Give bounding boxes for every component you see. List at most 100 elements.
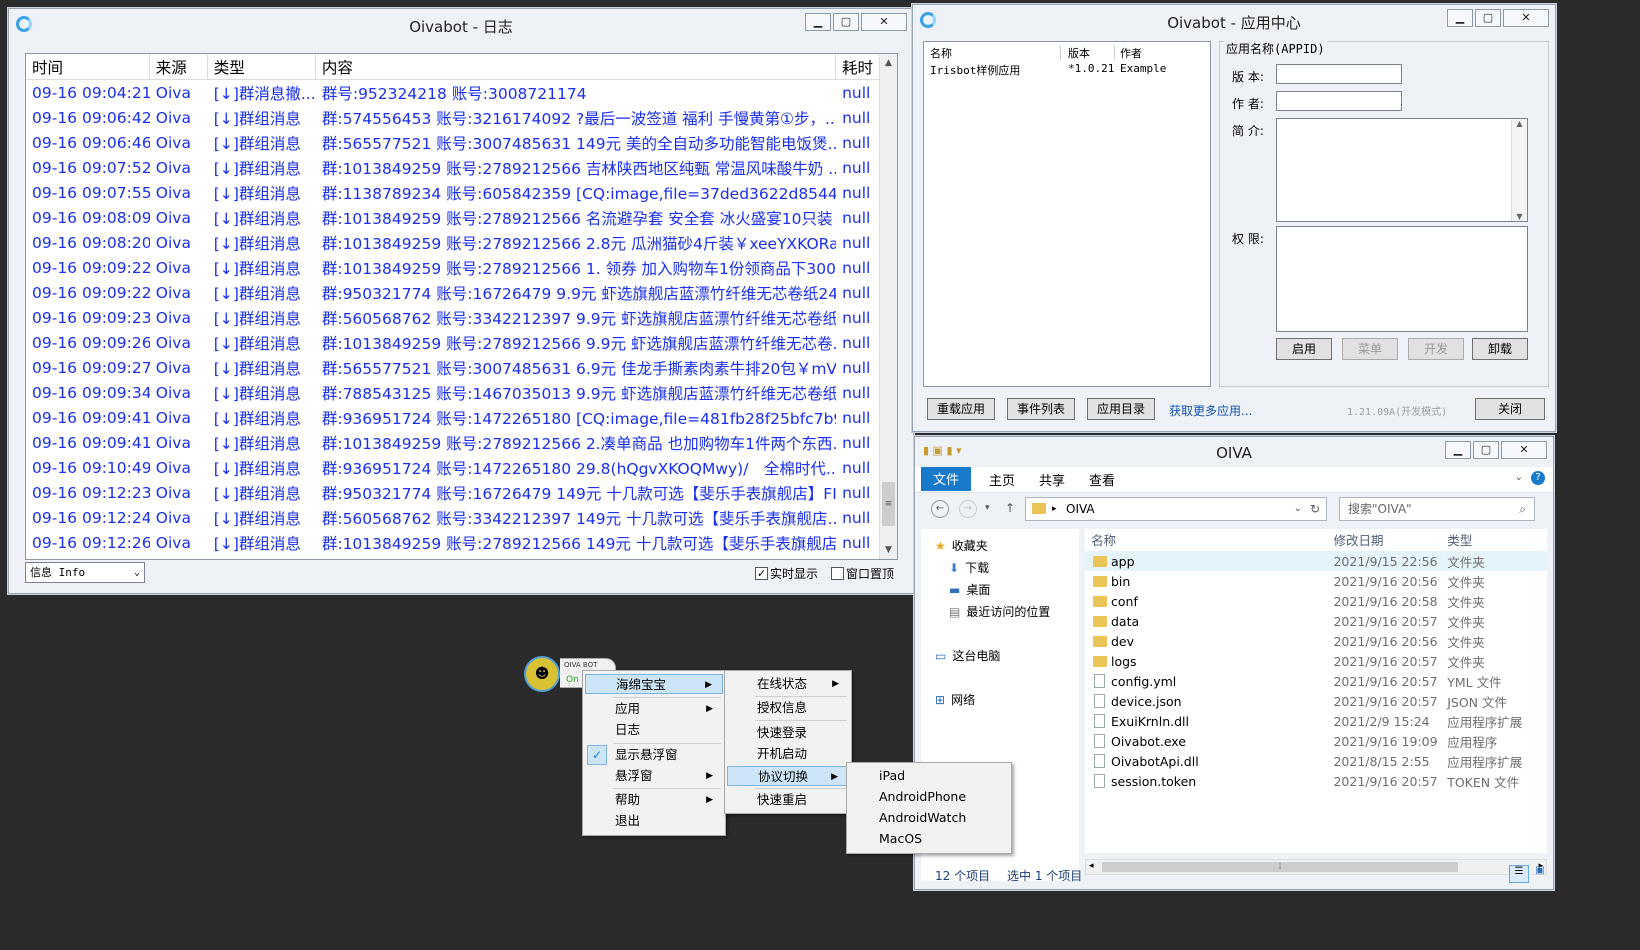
list-header-name[interactable]: 名称 (930, 45, 952, 61)
enable-button[interactable]: 启用 (1276, 338, 1332, 360)
file-row[interactable]: bin 2021/9/16 20:56 文件夹 (1085, 571, 1547, 591)
chevron-down-icon[interactable]: ⌄ (1515, 472, 1523, 483)
log-titlebar[interactable]: Oivabot - 日志 ▁ ▢ ✕ (9, 9, 913, 39)
minimize-button[interactable]: ▁ (805, 13, 831, 31)
menu-item-help[interactable]: 帮助 ▶ (585, 790, 723, 810)
col-type[interactable]: 类型 (1447, 530, 1547, 549)
log-row[interactable]: 09-16 09:09:27 Oiva [↓]群组消息 群:565577521 账号:… (26, 355, 897, 380)
app-dir-button[interactable]: 应用目录 (1087, 398, 1155, 420)
recent-chevron-icon[interactable]: ▾ (985, 503, 990, 513)
file-row[interactable]: logs 2021/9/16 20:57 文件夹 (1085, 651, 1547, 671)
log-row[interactable]: 09-16 09:06:42 Oiva [↓]群组消息 群:574556453 账号:… (26, 105, 897, 130)
tiles-view-icon[interactable]: ▣ (1531, 865, 1549, 883)
file-row[interactable]: conf 2021/9/16 20:58 文件夹 (1085, 591, 1547, 611)
log-row[interactable]: 09-16 09:09:22 Oiva [↓]群组消息 群:950321774 账号:… (26, 280, 897, 305)
nav-recent[interactable]: ▤ 最近访问的位置 (949, 603, 1050, 620)
maximize-button[interactable]: ▢ (1475, 9, 1501, 27)
col-date[interactable]: 修改日期 (1333, 530, 1447, 549)
search-box[interactable]: 搜索"OIVA" ⌕ (1339, 497, 1535, 521)
maximize-button[interactable]: ▢ (1473, 441, 1499, 459)
close-button[interactable]: ✕ (1503, 9, 1549, 27)
close-app-center-button[interactable]: 关闭 (1475, 398, 1545, 420)
menu-item-log[interactable]: 日志 (585, 720, 723, 740)
tab-file[interactable]: 文件 (921, 467, 972, 491)
log-row[interactable]: 09-16 09:12:26 Oiva [↓]群组消息 群:1013849259 账号… (26, 530, 897, 555)
col-source[interactable]: 来源 (150, 54, 208, 79)
perm-box[interactable] (1276, 226, 1528, 332)
more-apps-link[interactable]: 获取更多应用... (1169, 402, 1252, 419)
scroll-down-icon[interactable]: ▼ (880, 541, 897, 559)
refresh-icon[interactable]: ↻ (1310, 498, 1320, 520)
menu-item-float[interactable]: 悬浮窗 ▶ (585, 766, 723, 786)
menu-item-quick-login[interactable]: 快速登录 (727, 723, 849, 743)
log-row[interactable]: 09-16 09:06:46 Oiva [↓]群组消息 群:565577521 账号:… (26, 130, 897, 155)
up-icon[interactable]: ↑ (1005, 501, 1015, 515)
dev-button[interactable]: 开发 (1408, 338, 1464, 360)
forward-icon[interactable]: → (959, 500, 977, 518)
menu-item-exit[interactable]: 退出 (585, 811, 723, 831)
nav-this-pc[interactable]: ▭ 这台电脑 (935, 647, 1000, 664)
menu-item-macos[interactable]: MacOS (849, 829, 1009, 849)
maximize-button[interactable]: ▢ (833, 13, 859, 31)
menu-item-android-watch[interactable]: AndroidWatch (849, 808, 1009, 828)
ontop-checkbox[interactable]: 窗口置顶 (831, 565, 894, 582)
log-row[interactable]: 09-16 09:12:23 Oiva [↓]群组消息 群:950321774 账号:… (26, 480, 897, 505)
intro-textarea[interactable]: ▲ ▼ (1276, 118, 1528, 222)
log-row[interactable]: 09-16 09:07:55 Oiva [↓]群组消息 群:1138789234 账号… (26, 180, 897, 205)
nav-favorites[interactable]: ★ 收藏夹 (935, 537, 988, 554)
scroll-up-icon[interactable]: ▲ (880, 54, 897, 72)
close-button[interactable]: ✕ (1501, 441, 1547, 459)
uninstall-button[interactable]: 卸载 (1472, 338, 1528, 360)
log-row[interactable]: 09-16 09:09:26 Oiva [↓]群组消息 群:1013849259 账号… (26, 330, 897, 355)
col-content[interactable]: 内容 (316, 54, 837, 79)
log-row[interactable]: 09-16 09:09:23 Oiva [↓]群组消息 群:560568762 账号:… (26, 305, 897, 330)
file-row[interactable]: OivabotApi.dll 2021/8/15 2:55 应用程序扩展 (1085, 751, 1547, 771)
author-field[interactable] (1276, 91, 1402, 111)
intro-scrollbar[interactable]: ▲ ▼ (1511, 119, 1527, 221)
list-header-author[interactable]: 作者 (1120, 45, 1142, 61)
nav-downloads[interactable]: ⬇ 下载 (949, 559, 989, 576)
log-table[interactable]: 时间 来源 类型 内容 耗时 09-16 09:04:21 Oiva [↓]群消息撤… (25, 53, 898, 560)
log-row[interactable]: 09-16 09:07:52 Oiva [↓]群组消息 群:1013849259 账号… (26, 155, 897, 180)
menu-item-quick-restart[interactable]: 快速重启 (727, 790, 849, 810)
log-row[interactable]: 09-16 09:10:49 Oiva [↓]群组消息 群:936951724 账号:… (26, 455, 897, 480)
col-name[interactable]: 名称 (1085, 530, 1333, 549)
app-list[interactable]: 名称 版本 作者 Irisbot样例应用 *1.0.21 Example (923, 41, 1211, 387)
scroll-left-icon[interactable]: ◂ (1089, 861, 1094, 871)
file-row[interactable]: dev 2021/9/16 20:56 文件夹 (1085, 631, 1547, 651)
address-bar[interactable]: ▸ OIVA ⌄ ↻ (1025, 497, 1327, 521)
menu-item-protocol[interactable]: 协议切换 ▶ (727, 766, 849, 786)
chevron-down-icon[interactable]: ⌄ (1294, 498, 1302, 520)
log-scrollbar[interactable]: ▲ ≡ ▼ (879, 54, 897, 559)
col-time[interactable]: 时间 (26, 54, 150, 79)
app-list-item[interactable]: Irisbot样例应用 *1.0.21 Example (924, 62, 1210, 80)
minimize-button[interactable]: ▁ (1447, 9, 1473, 27)
event-list-button[interactable]: 事件列表 (1007, 398, 1075, 420)
scroll-thumb[interactable]: ≡ (882, 482, 895, 526)
log-row[interactable]: 09-16 09:09:34 Oiva [↓]群组消息 群:788543125 账号:… (26, 380, 897, 405)
log-level-select[interactable]: 信息 Info ⌄ (25, 562, 145, 583)
reload-apps-button[interactable]: 重载应用 (927, 398, 995, 420)
horizontal-scrollbar[interactable]: ◂ ⦙ ▸ (1085, 859, 1547, 875)
menu-item-license[interactable]: 授权信息 (727, 698, 849, 718)
log-row[interactable]: 09-16 09:12:34Oiva[↓]群组消息群:788543125 账号:… (26, 555, 897, 560)
close-button[interactable]: ✕ (861, 13, 907, 31)
tab-home[interactable]: 主页 (989, 470, 1015, 489)
menu-item-android-phone[interactable]: AndroidPhone (849, 787, 1009, 807)
nav-network[interactable]: ⊞ 网络 (935, 691, 975, 708)
minimize-button[interactable]: ▁ (1445, 441, 1471, 459)
log-row[interactable]: 09-16 09:09:41 Oiva [↓]群组消息 群:936951724 账号:… (26, 405, 897, 430)
log-row[interactable]: 09-16 09:09:41 Oiva [↓]群组消息 群:1013849259 账号… (26, 430, 897, 455)
menu-item-apps[interactable]: 应用 ▶ (585, 699, 723, 719)
file-row[interactable]: app 2021/9/15 22:56 文件夹 (1085, 551, 1547, 571)
menu-item-show-float[interactable]: ✓ 显示悬浮窗 (585, 745, 723, 765)
log-row[interactable]: 09-16 09:04:21 Oiva [↓]群消息撤... 群号:952324218… (26, 80, 897, 105)
menu-item-spongebob[interactable]: 海绵宝宝 ▶ (585, 674, 723, 694)
version-field[interactable] (1276, 64, 1402, 84)
file-row[interactable]: Oivabot.exe 2021/9/16 19:09 应用程序 (1085, 731, 1547, 751)
nav-desktop[interactable]: ▬ 桌面 (949, 581, 990, 598)
menu-item-autostart[interactable]: 开机启动 (727, 744, 849, 764)
menu-item-online-status[interactable]: 在线状态 ▶ (727, 674, 849, 694)
explorer-titlebar[interactable]: ▮ ▣ ▮ ▾ OIVA ▁ ▢ ✕ (915, 437, 1553, 467)
tab-view[interactable]: 查看 (1089, 470, 1115, 489)
